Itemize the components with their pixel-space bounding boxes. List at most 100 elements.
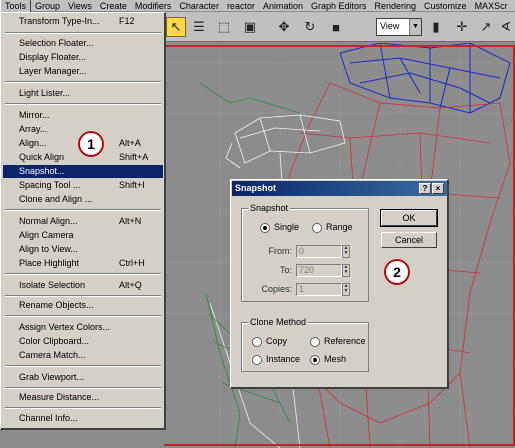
menu-item-label: Isolate Selection bbox=[19, 280, 86, 290]
copies-field[interactable]: 1 bbox=[296, 283, 342, 296]
menu-animation[interactable]: Animation bbox=[259, 0, 307, 12]
ok-button[interactable]: OK bbox=[380, 209, 438, 227]
menu-modifiers[interactable]: Modifiers bbox=[131, 0, 176, 12]
menu-item-spacing-tool[interactable]: Spacing Tool ... Shift+I bbox=[3, 179, 163, 192]
to-spinner-icon[interactable]: ▲ ▼ bbox=[342, 264, 350, 277]
menu-views[interactable]: Views bbox=[64, 0, 96, 12]
menu-item-label: Align Camera bbox=[19, 230, 74, 240]
menu-item-camera-match[interactable]: Camera Match... bbox=[3, 349, 163, 362]
menu-item-grab-viewport[interactable]: Grab Viewport... bbox=[3, 371, 163, 384]
menu-item-display-floater[interactable]: Display Floater... bbox=[3, 51, 163, 64]
select-and-scale-icon[interactable]: ■ bbox=[326, 17, 346, 37]
menu-tools[interactable]: Tools bbox=[0, 0, 32, 13]
menu-create[interactable]: Create bbox=[96, 0, 131, 12]
snap-toggle-icon[interactable]: ↗ bbox=[476, 17, 496, 37]
menu-group[interactable]: Group bbox=[31, 0, 64, 12]
menu-item-label: Normal Align... bbox=[19, 216, 78, 226]
mesh-radio[interactable] bbox=[310, 355, 320, 365]
to-field[interactable]: 720 bbox=[296, 264, 342, 277]
select-and-move-icon[interactable]: ✥ bbox=[274, 17, 294, 37]
range-radio[interactable] bbox=[312, 223, 322, 233]
menu-item-label: Color Clipboard... bbox=[19, 336, 90, 346]
menu-item-isolate-selection[interactable]: Isolate Selection Alt+Q bbox=[3, 279, 163, 292]
menu-item-label: Mirror... bbox=[19, 110, 50, 120]
menu-item-color-clipboard[interactable]: Color Clipboard... bbox=[3, 335, 163, 348]
copies-label: Copies: bbox=[261, 284, 292, 294]
menu-separator bbox=[5, 407, 161, 409]
reference-radio[interactable] bbox=[310, 337, 320, 347]
menu-item-label: Light Lister... bbox=[19, 88, 71, 98]
callout-2: 2 bbox=[384, 259, 410, 285]
menu-item-align-camera[interactable]: Align Camera bbox=[3, 229, 163, 242]
single-radio[interactable] bbox=[260, 223, 270, 233]
menu-rendering[interactable]: Rendering bbox=[371, 0, 421, 12]
menu-item-channel-info[interactable]: Channel Info... bbox=[3, 412, 163, 425]
menu-item-mirror[interactable]: Mirror... bbox=[3, 109, 163, 122]
menu-item-label: Snapshot... bbox=[19, 166, 65, 176]
reference-label: Reference bbox=[324, 336, 366, 346]
instance-radio[interactable] bbox=[252, 355, 262, 365]
select-and-rotate-icon[interactable]: ↻ bbox=[300, 17, 320, 37]
window-crossing-icon[interactable]: ▣ bbox=[240, 17, 260, 37]
reference-coordinate-select[interactable]: View ▼ bbox=[376, 18, 422, 36]
menu-reactor[interactable]: reactor bbox=[223, 0, 259, 12]
menu-item-label: Array... bbox=[19, 124, 48, 134]
clone-method-group-label: Clone Method bbox=[248, 317, 309, 327]
select-object-icon[interactable]: ↖ bbox=[166, 17, 186, 37]
menu-separator bbox=[5, 103, 161, 105]
menu-separator bbox=[5, 32, 161, 34]
cancel-button[interactable]: Cancel bbox=[381, 232, 437, 248]
from-spinner-icon[interactable]: ▲ ▼ bbox=[342, 245, 350, 258]
single-label: Single bbox=[274, 222, 300, 232]
menu-separator bbox=[5, 81, 161, 83]
menu-item-clone-and-align[interactable]: Clone and Align ... bbox=[3, 193, 163, 206]
angle-snap-icon[interactable]: ∢ bbox=[496, 17, 515, 37]
menu-item-assign-vertex-colors[interactable]: Assign Vertex Colors... bbox=[3, 321, 163, 334]
menu-item-label: Spacing Tool ... bbox=[19, 180, 81, 190]
menu-item-place-highlight[interactable]: Place Highlight Ctrl+H bbox=[3, 257, 163, 270]
menu-item-label: Align... bbox=[19, 138, 47, 148]
snapshot-group-label: Snapshot bbox=[248, 203, 291, 213]
menu-separator bbox=[5, 365, 161, 367]
copy-radio[interactable] bbox=[252, 337, 262, 347]
menu-item-rename-objects[interactable]: Rename Objects... bbox=[3, 299, 163, 312]
menu-item-shortcut: Shift+I bbox=[119, 180, 145, 190]
from-field[interactable]: 0 bbox=[296, 245, 342, 258]
menu-separator bbox=[5, 209, 161, 211]
menu-graph-editors[interactable]: Graph Editors bbox=[307, 0, 371, 12]
from-label: From: bbox=[268, 246, 293, 256]
menu-item-light-lister[interactable]: Light Lister... bbox=[3, 87, 163, 100]
menu-item-layer-manager[interactable]: Layer Manager... bbox=[3, 65, 163, 78]
menu-maxscript[interactable]: MAXScr bbox=[471, 0, 512, 12]
menu-item-snapshot[interactable]: Snapshot... bbox=[3, 165, 163, 178]
help-button[interactable]: ? bbox=[419, 183, 431, 194]
copy-label: Copy bbox=[266, 336, 288, 346]
select-by-name-icon[interactable]: ☰ bbox=[189, 17, 209, 37]
menu-item-label: Camera Match... bbox=[19, 350, 86, 360]
menu-customize[interactable]: Customize bbox=[420, 0, 471, 12]
menu-item-label: Measure Distance... bbox=[19, 392, 100, 402]
select-and-manipulate-icon[interactable]: ✛ bbox=[452, 17, 472, 37]
mesh-label: Mesh bbox=[324, 354, 347, 364]
menu-item-label: Quick Align bbox=[19, 152, 65, 162]
menu-item-normal-align[interactable]: Normal Align... Alt+N bbox=[3, 215, 163, 228]
dialog-title-bar: Snapshot ? × bbox=[232, 181, 447, 196]
callout-1: 1 bbox=[78, 131, 104, 157]
menu-item-label: Display Floater... bbox=[19, 52, 87, 62]
menu-character[interactable]: Character bbox=[175, 0, 223, 12]
clone-method-group: Clone Method Copy Reference Instance Mes… bbox=[241, 317, 369, 372]
menu-item-label: Channel Info... bbox=[19, 413, 78, 423]
copies-spinner-icon[interactable]: ▲ ▼ bbox=[342, 283, 350, 296]
menu-separator bbox=[5, 315, 161, 317]
close-button[interactable]: × bbox=[432, 183, 444, 194]
rectangular-selection-icon[interactable]: ⬚ bbox=[214, 17, 234, 37]
menu-item-align-to-view[interactable]: Align to View... bbox=[3, 243, 163, 256]
menu-item-measure-distance[interactable]: Measure Distance... bbox=[3, 391, 163, 404]
menu-item-transform-type-in[interactable]: Transform Type-In... F12 bbox=[3, 15, 163, 28]
menu-item-label: Grab Viewport... bbox=[19, 372, 84, 382]
tools-dropdown-menu: Transform Type-In... F12 Selection Floate… bbox=[0, 12, 166, 430]
menu-item-shortcut: Shift+A bbox=[119, 152, 149, 162]
menu-item-label: Selection Floater... bbox=[19, 38, 94, 48]
pivot-point-icon[interactable]: ▮ bbox=[426, 17, 446, 37]
menu-item-selection-floater[interactable]: Selection Floater... bbox=[3, 37, 163, 50]
